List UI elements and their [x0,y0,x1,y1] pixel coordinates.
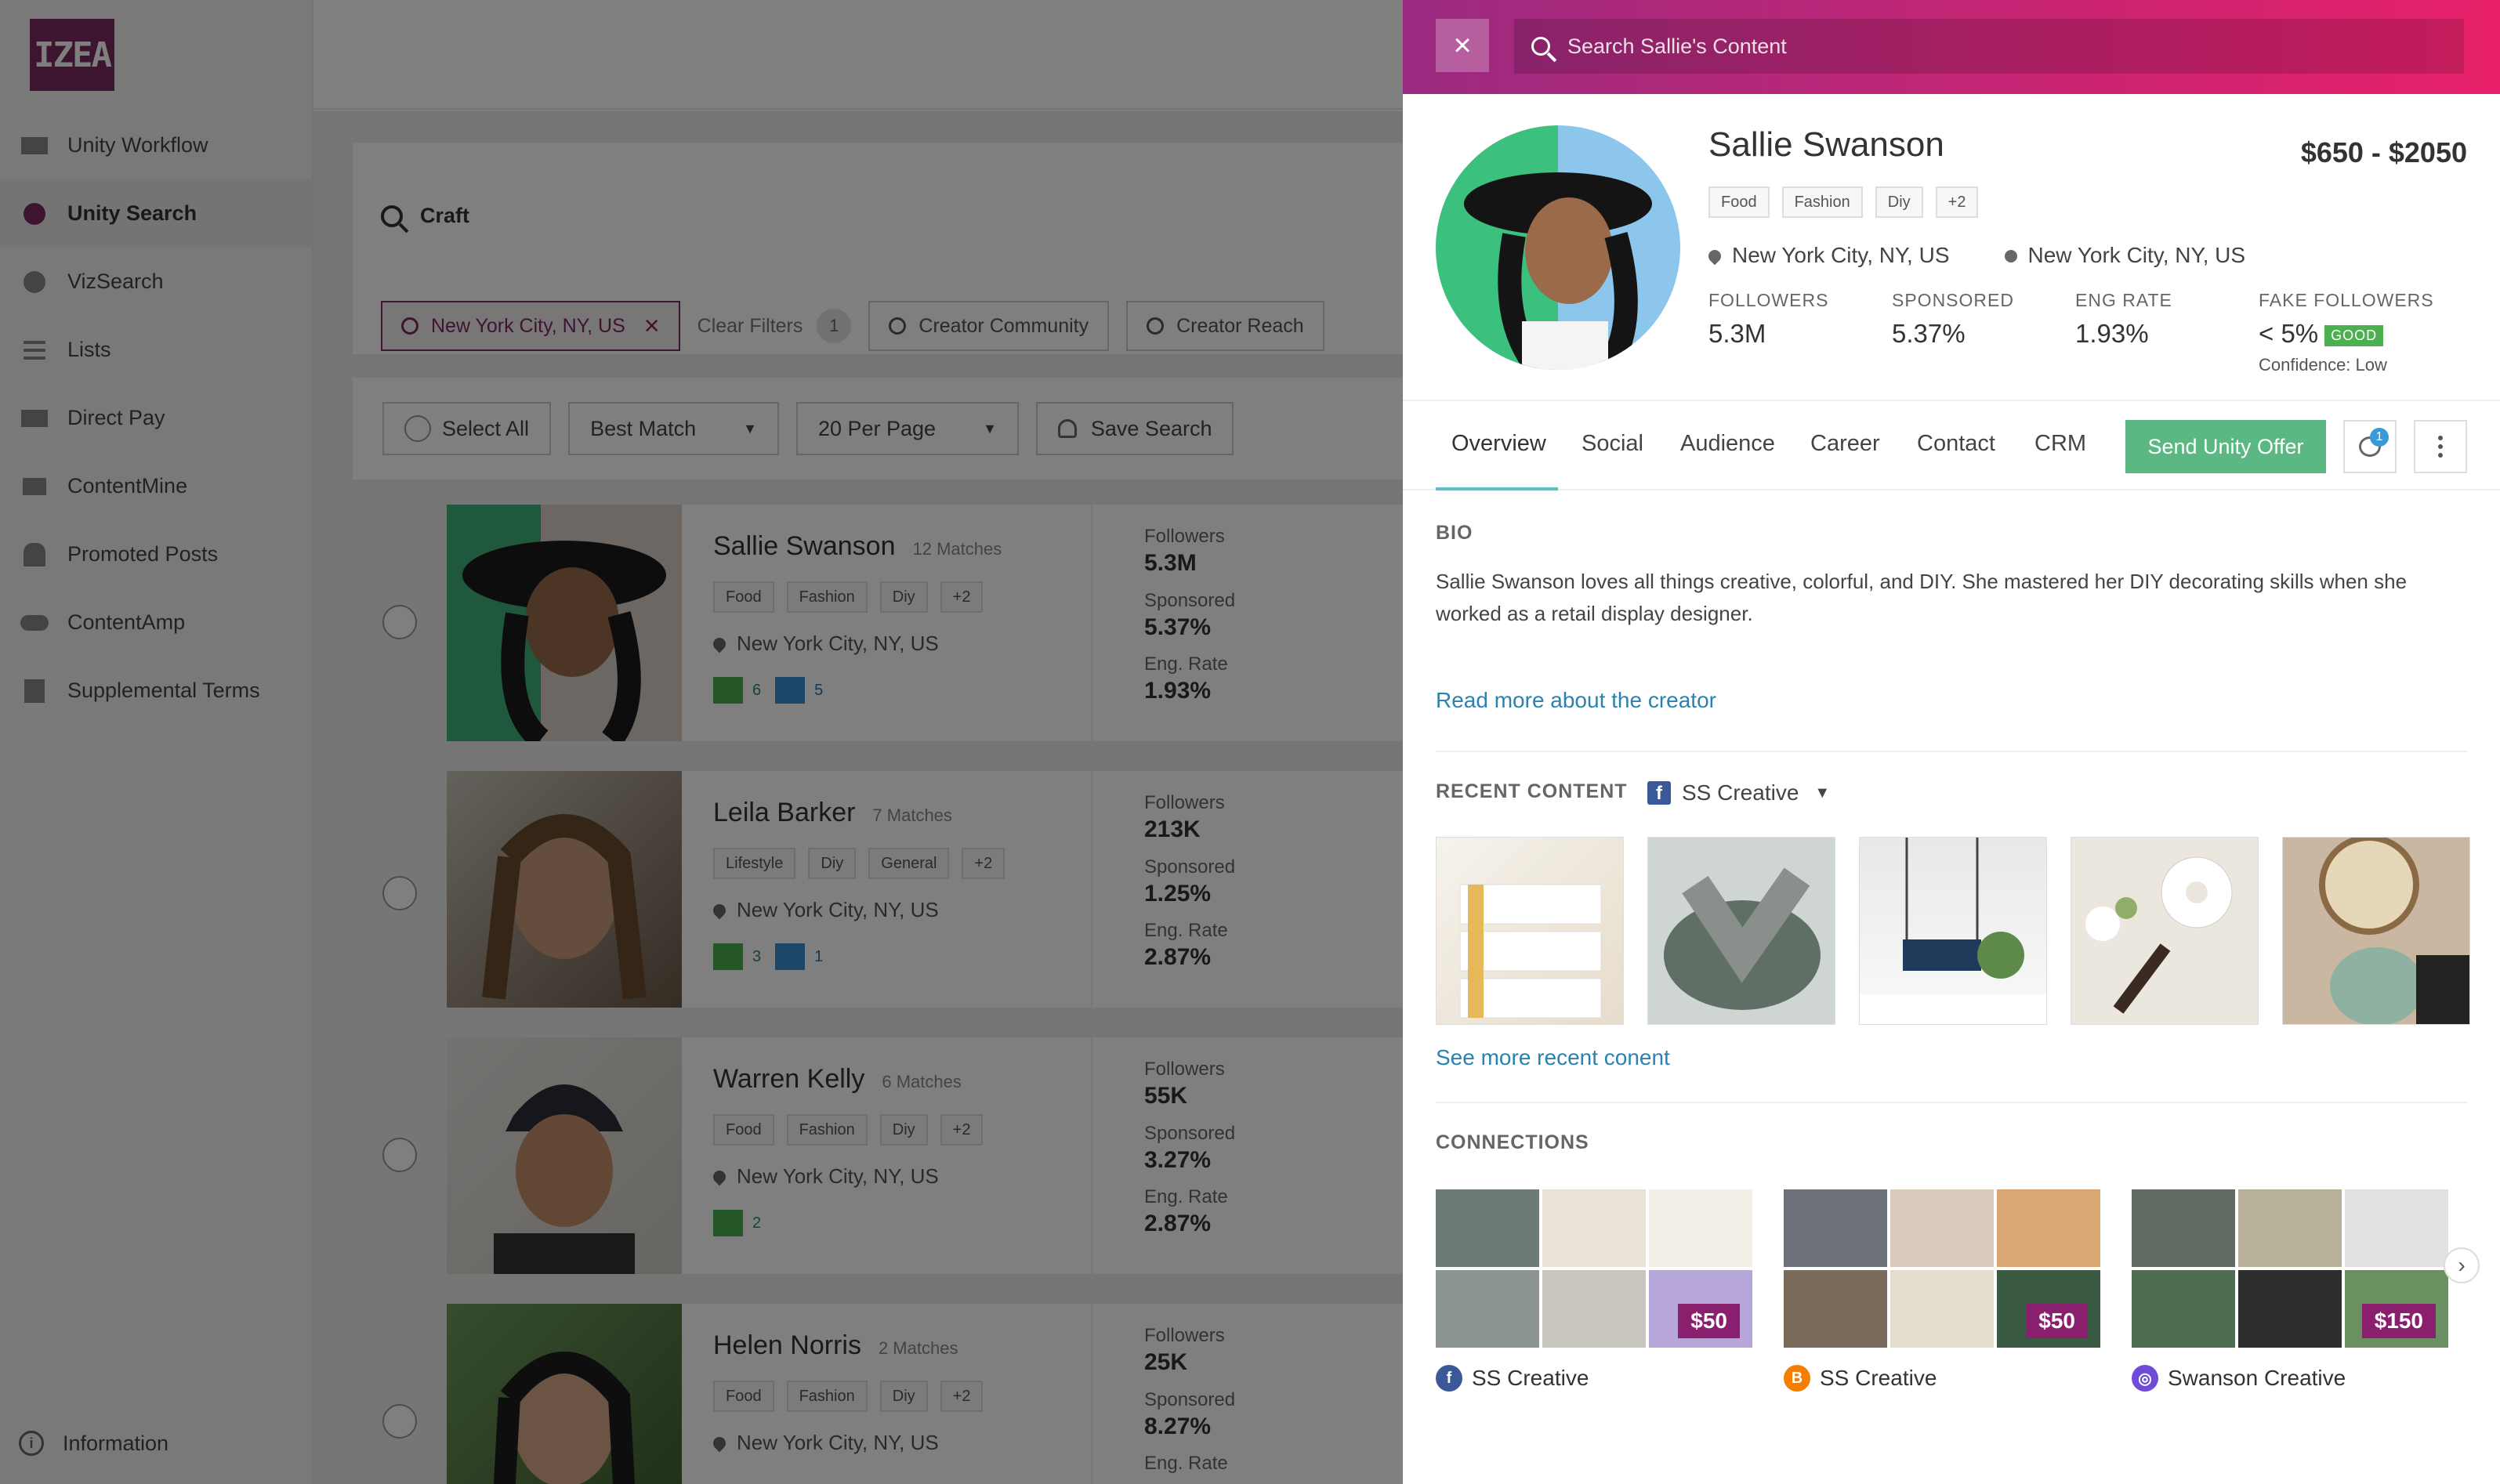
connection-name: ◎ Swanson Creative [2132,1365,2448,1392]
connection-thumbnails: $50 [1436,1189,1752,1348]
tag: Food [1708,186,1770,218]
thumb-art [1459,884,1602,1019]
search-icon [1531,37,1550,56]
tab-contact[interactable]: Contact [1917,431,1995,457]
divider [1436,751,2467,752]
connections-heading: CONNECTIONS [1436,1131,1589,1153]
facebook-icon: f [1647,781,1671,805]
connections-list: $50 f SS Creative $50 B SS Creative $150 ◎… [1436,1189,2448,1392]
close-icon: × [1453,27,1472,63]
tab-career[interactable]: Career [1810,431,1880,457]
stat-followers: FOLLOWERS 5.3M [1708,290,1829,348]
caret-down-icon: ▼ [1814,784,1831,802]
modal-overlay[interactable] [0,0,1403,1484]
content-thumbnail[interactable] [2071,837,2259,1025]
thumb-art [1860,838,2046,1024]
facebook-icon: f [1436,1365,1462,1392]
tab-social[interactable]: Social [1582,431,1643,457]
message-count-badge: 1 [2370,428,2389,447]
creator-tags: Food Fashion Diy +2 [1708,186,1979,218]
kebab-dot [2438,453,2443,458]
kebab-dot [2438,436,2443,440]
good-badge: GOOD [2324,324,2384,346]
bio-heading: BIO [1436,522,1473,544]
tag-more[interactable]: +2 [1935,186,1979,218]
connection-card[interactable]: $150 ◎ Swanson Creative [2132,1189,2448,1392]
connection-thumbnails: $150 [2132,1189,2448,1348]
creator-name: Sallie Swanson [1708,125,1944,164]
content-thumbnail[interactable] [1859,837,2047,1025]
messages-button[interactable]: 1 [2343,420,2397,473]
recent-account-dropdown[interactable]: f SS Creative ▼ [1647,780,1830,805]
thumb-art [2085,856,2233,1014]
tag: Diy [1875,186,1923,218]
read-more-link[interactable]: Read more about the creator [1436,688,1716,713]
stat-sponsored: SPONSORED 5.37% [1892,290,2014,348]
connection-name: B SS Creative [1784,1365,2100,1392]
close-button[interactable]: × [1436,19,1489,72]
tab-overview[interactable]: Overview [1451,431,1546,457]
thumb-art [2319,838,2469,1024]
confidence: Confidence: Low [2259,355,2387,375]
connection-thumbnails: $50 [1784,1189,2100,1348]
kebab-dot [2438,444,2443,449]
stat-eng-rate: ENG RATE 1.93% [2075,290,2172,348]
location: New York City, NY, US [1705,243,1950,268]
panel-tabs: Overview Social Audience Career Contact … [1403,400,2500,490]
connection-card[interactable]: $50 B SS Creative [1784,1189,2100,1392]
instagram-icon: ◎ [2132,1365,2158,1392]
tab-audience[interactable]: Audience [1680,431,1775,457]
content-search-input[interactable]: Search Sallie's Content [1514,19,2464,74]
creator-avatar [1436,125,1680,370]
connection-card[interactable]: $50 f SS Creative [1436,1189,1752,1392]
more-options-button[interactable] [2414,420,2467,473]
content-thumbnail[interactable] [1647,837,1835,1025]
app: IZEA Unity Workflow Unity Search VizSear… [0,0,2500,1484]
creator-avatar-art [1436,125,1680,370]
blogger-icon: B [1784,1365,1810,1392]
stat-fake-followers: FAKE FOLLOWERS < 5% GOOD Confidence: Low [2259,290,2442,375]
price-badge: $50 [1678,1304,1740,1338]
price-badge: $150 [2361,1304,2436,1338]
content-thumbnail[interactable] [2282,837,2470,1025]
tag: Fashion [1781,186,1863,218]
pin-icon [1705,247,1724,266]
active-tab-indicator [1436,487,1558,490]
content-thumbnail[interactable] [1436,837,1624,1025]
price-range: $650 - $2050 [2300,136,2467,168]
compass-icon [2002,247,2020,266]
bio-text: Sallie Swanson loves all things creative… [1436,570,2408,625]
send-offer-button[interactable]: Send Unity Offer [2125,420,2326,473]
recent-content-heading: RECENT CONTENT [1436,780,1628,802]
creator-detail-panel: × Search Sallie's Content Sallie Swanson… [1403,0,2500,1484]
creator-stats: FOLLOWERS 5.3M SPONSORED 5.37% ENG RATE 1.9… [1708,290,2442,375]
see-more-content-link[interactable]: See more recent conent [1436,1045,1670,1070]
divider [1436,1102,2467,1103]
creator-locations: New York City, NY, US New York City, NY,… [1705,243,2245,268]
recent-content-thumbnails [1436,837,2470,1025]
thumb-art [1664,867,1821,1010]
panel-header: × Search Sallie's Content [1403,0,2500,94]
price-badge: $50 [2026,1304,2088,1338]
location-secondary: New York City, NY, US [2002,243,2245,268]
connection-name: f SS Creative [1436,1365,1752,1392]
tab-crm[interactable]: CRM [2034,431,2086,457]
chevron-right-icon[interactable]: › [2444,1247,2480,1283]
